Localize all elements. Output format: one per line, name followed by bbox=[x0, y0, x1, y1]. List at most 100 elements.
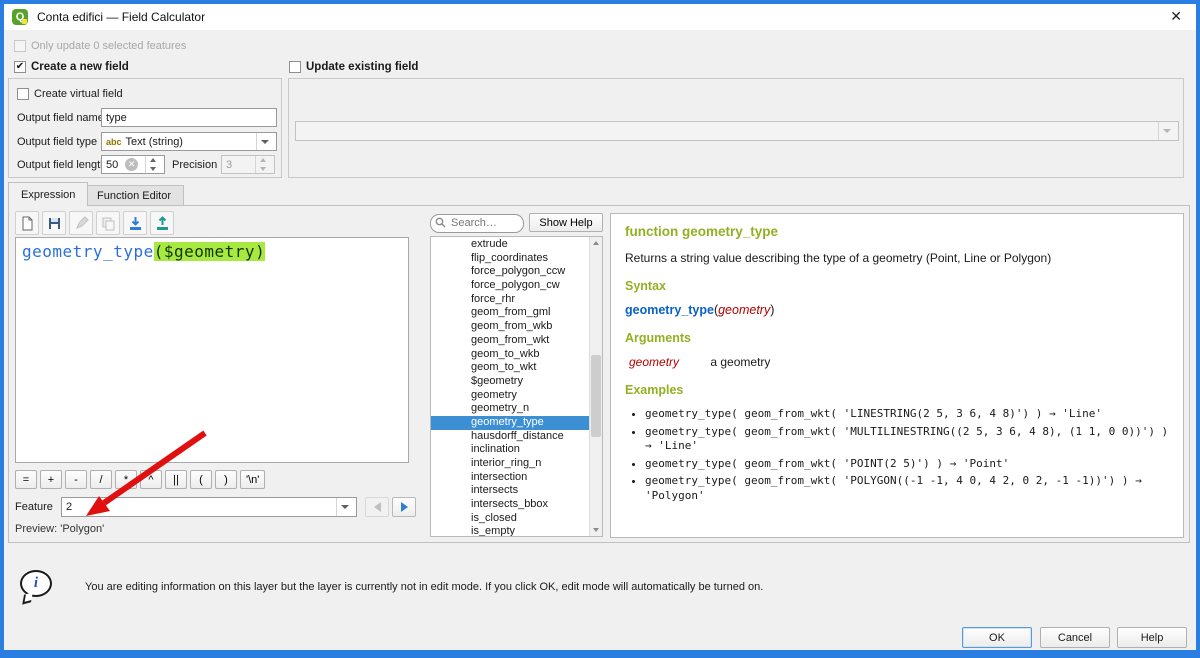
operator-button[interactable]: || bbox=[165, 470, 187, 489]
function-list-item[interactable]: geom_to_wkt bbox=[431, 361, 590, 375]
function-list-item[interactable]: intersects_bbox bbox=[431, 498, 590, 512]
operator-button[interactable]: ^ bbox=[140, 470, 162, 489]
expression-function-text: geometry_type bbox=[22, 242, 154, 261]
feature-row: Feature 2 bbox=[15, 497, 415, 517]
operator-button[interactable]: '\n' bbox=[240, 470, 265, 489]
expression-toolbar bbox=[15, 211, 174, 235]
create-virtual-field-checkbox[interactable]: Create virtual field bbox=[17, 88, 123, 100]
cancel-button[interactable]: Cancel bbox=[1040, 627, 1110, 648]
expression-highlight-text: ($geometry) bbox=[154, 242, 265, 261]
ok-button[interactable]: OK bbox=[962, 627, 1032, 648]
function-list-item[interactable]: geom_from_wkt bbox=[431, 334, 590, 348]
expression-preview: Preview: 'Polygon' bbox=[15, 523, 104, 535]
chevron-down-icon[interactable] bbox=[256, 133, 272, 150]
help-title: function geometry_type bbox=[625, 224, 1169, 239]
function-list-item[interactable]: is_closed bbox=[431, 512, 590, 526]
output-field-name-label: Output field name bbox=[17, 112, 104, 124]
checkbox-box[interactable] bbox=[289, 61, 301, 73]
function-list-item[interactable]: flip_coordinates bbox=[431, 252, 590, 266]
create-new-field-checkbox[interactable]: ✔ Create a new field bbox=[14, 61, 129, 73]
function-list-item[interactable]: extrude bbox=[431, 238, 590, 252]
syntax-line: geometry_type(geometry) bbox=[625, 303, 1169, 317]
function-list-item[interactable]: $geometry bbox=[431, 375, 590, 389]
tab-expression[interactable]: Expression bbox=[8, 182, 88, 206]
scroll-down-icon[interactable] bbox=[590, 524, 602, 536]
example-item: geometry_type( geom_from_wkt( 'LINESTRIN… bbox=[645, 407, 1169, 422]
tab-function-editor[interactable]: Function Editor bbox=[84, 185, 184, 206]
precision-label: Precision bbox=[172, 159, 217, 171]
syntax-heading: Syntax bbox=[625, 279, 1169, 293]
precision-spinner: 3 bbox=[221, 155, 275, 174]
function-list-item[interactable]: is_empty bbox=[431, 525, 590, 537]
function-list-items: extrudeflip_coordinatesforce_polygon_ccw… bbox=[431, 238, 590, 537]
function-list-scrollbar[interactable] bbox=[589, 237, 602, 536]
preview-label: Preview: bbox=[15, 523, 57, 535]
qgis-logo-icon: Q bbox=[12, 9, 28, 25]
help-button[interactable]: Help bbox=[1117, 627, 1187, 648]
output-field-name-input[interactable]: type bbox=[101, 108, 277, 127]
checkbox-box[interactable] bbox=[17, 88, 29, 100]
function-list-item[interactable]: geom_to_wkb bbox=[431, 348, 590, 362]
function-list[interactable]: extrudeflip_coordinatesforce_polygon_ccw… bbox=[430, 236, 603, 537]
clear-icon[interactable]: ✕ bbox=[125, 158, 138, 171]
function-list-item[interactable]: intersects bbox=[431, 484, 590, 498]
expression-editor[interactable]: geometry_type($geometry) bbox=[15, 237, 409, 463]
edit-mode-message: You are editing information on this laye… bbox=[85, 581, 763, 593]
function-list-item[interactable]: geometry_n bbox=[431, 402, 590, 416]
feature-label: Feature bbox=[15, 501, 53, 513]
checkbox-box bbox=[14, 40, 26, 52]
operator-button[interactable]: * bbox=[115, 470, 137, 489]
operator-button[interactable]: = bbox=[15, 470, 37, 489]
function-list-item[interactable]: force_polygon_ccw bbox=[431, 265, 590, 279]
spin-arrows-icon bbox=[255, 156, 270, 173]
operator-button[interactable]: ( bbox=[190, 470, 212, 489]
arrow-left-icon bbox=[374, 502, 381, 512]
examples-list: geometry_type( geom_from_wkt( 'LINESTRIN… bbox=[631, 407, 1169, 503]
function-list-item[interactable]: inclination bbox=[431, 443, 590, 457]
function-list-item[interactable]: force_rhr bbox=[431, 293, 590, 307]
checkbox-box[interactable]: ✔ bbox=[14, 61, 26, 73]
function-list-item[interactable]: geom_from_wkb bbox=[431, 320, 590, 334]
function-list-item[interactable]: hausdorff_distance bbox=[431, 430, 590, 444]
output-field-length-spinner[interactable]: 50 ✕ bbox=[101, 155, 165, 174]
arguments-heading: Arguments bbox=[625, 331, 1169, 345]
string-type-icon: abc bbox=[106, 137, 122, 147]
next-feature-button[interactable] bbox=[392, 497, 416, 517]
operator-button[interactable]: ) bbox=[215, 470, 237, 489]
scrollbar-thumb[interactable] bbox=[591, 355, 601, 437]
info-bubble-icon: i bbox=[20, 570, 52, 597]
scroll-up-icon[interactable] bbox=[590, 237, 602, 249]
title-bar: Q Conta edifici — Field Calculator ✕ bbox=[4, 4, 1196, 30]
argument-description: a geometry bbox=[710, 355, 770, 369]
operator-button[interactable]: / bbox=[90, 470, 112, 489]
function-list-item[interactable]: geometry bbox=[431, 389, 590, 403]
output-field-type-combo[interactable]: abc Text (string) bbox=[101, 132, 277, 151]
show-help-button[interactable]: Show Help bbox=[529, 213, 603, 232]
save-expression-icon[interactable] bbox=[42, 211, 66, 235]
preview-value: 'Polygon' bbox=[60, 523, 104, 535]
operator-button[interactable]: + bbox=[40, 470, 62, 489]
only-update-selected-checkbox: Only update 0 selected features bbox=[14, 40, 186, 52]
feature-combo[interactable]: 2 bbox=[61, 497, 357, 517]
export-expression-icon[interactable] bbox=[150, 211, 174, 235]
function-list-item[interactable]: geometry_type bbox=[431, 416, 590, 430]
arrow-right-icon bbox=[401, 502, 408, 512]
new-expression-icon[interactable] bbox=[15, 211, 39, 235]
function-list-item[interactable]: geom_from_gml bbox=[431, 306, 590, 320]
chevron-down-icon[interactable] bbox=[336, 498, 352, 516]
function-search bbox=[430, 213, 524, 232]
import-expression-icon[interactable] bbox=[123, 211, 147, 235]
close-icon[interactable]: ✕ bbox=[1170, 8, 1182, 25]
update-existing-field-checkbox[interactable]: Update existing field bbox=[289, 61, 418, 73]
example-item: geometry_type( geom_from_wkt( 'POINT(2 5… bbox=[645, 457, 1169, 472]
operator-buttons: =+-/*^||()'\n' bbox=[15, 470, 268, 489]
function-list-item[interactable]: interior_ring_n bbox=[431, 457, 590, 471]
function-list-item[interactable]: intersection bbox=[431, 471, 590, 485]
example-item: geometry_type( geom_from_wkt( 'POLYGON((… bbox=[645, 474, 1169, 503]
operator-button[interactable]: - bbox=[65, 470, 87, 489]
output-field-length-label: Output field length bbox=[17, 159, 106, 171]
spin-arrows-icon[interactable] bbox=[145, 156, 160, 173]
function-list-item[interactable]: force_polygon_cw bbox=[431, 279, 590, 293]
function-help-panel: function geometry_type Returns a string … bbox=[610, 213, 1184, 538]
new-field-group: Create virtual field Output field name t… bbox=[8, 78, 282, 178]
